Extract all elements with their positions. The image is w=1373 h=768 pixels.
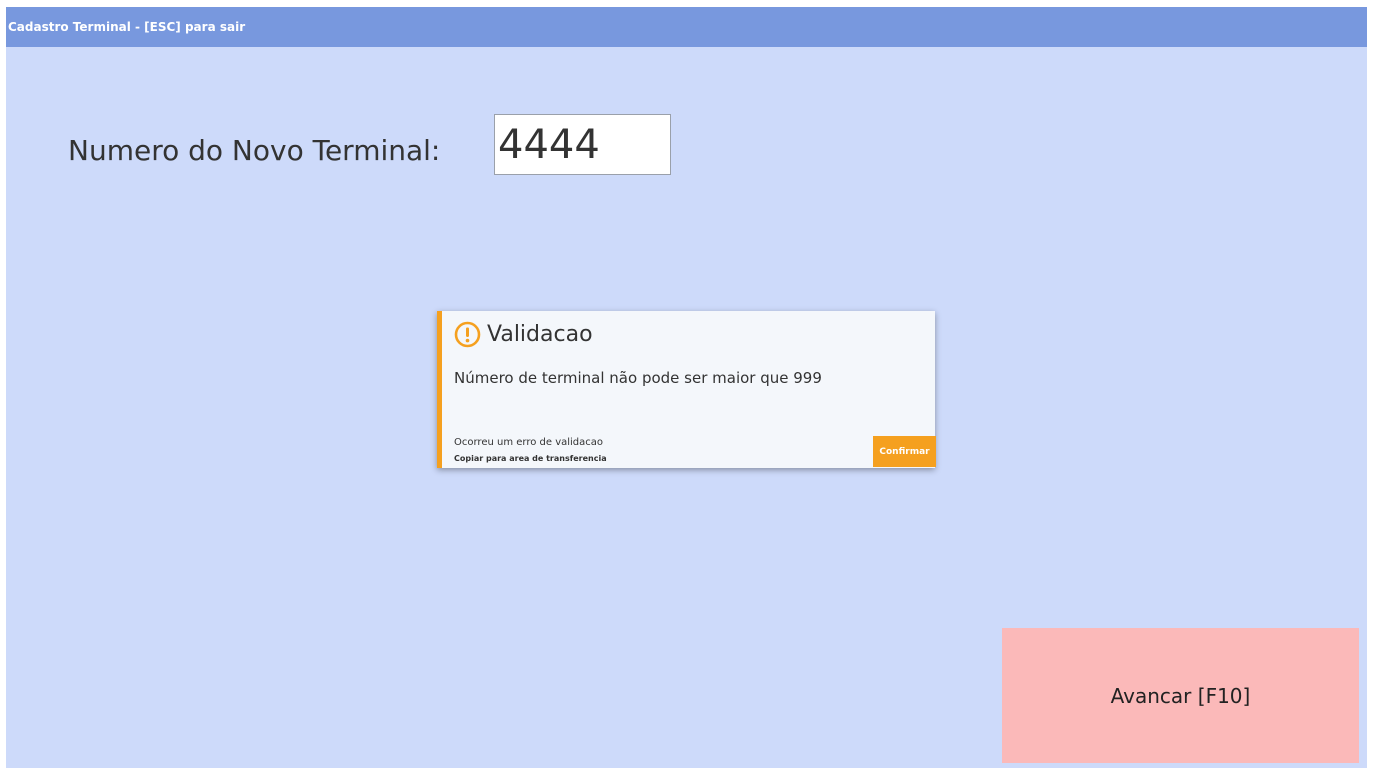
confirm-button[interactable]: Confirmar bbox=[873, 436, 936, 467]
copy-to-clipboard-link[interactable]: Copiar para area de transferencia bbox=[454, 454, 607, 463]
toast-title: Validacao bbox=[487, 322, 593, 347]
terminal-number-label: Numero do Novo Terminal: bbox=[68, 134, 441, 167]
toast-footer-text: Ocorreu um erro de validacao bbox=[454, 437, 604, 448]
window-title: Cadastro Terminal - [ESC] para sair bbox=[8, 20, 246, 34]
window-titlebar: Cadastro Terminal - [ESC] para sair bbox=[6, 7, 1367, 47]
advance-button[interactable]: Avancar [F10] bbox=[1002, 628, 1359, 763]
validation-toast: Validacao Número de terminal não pode se… bbox=[437, 311, 936, 468]
terminal-number-input[interactable] bbox=[494, 114, 671, 175]
warning-circle-icon bbox=[454, 321, 481, 348]
app-window: Cadastro Terminal - [ESC] para sair Nume… bbox=[6, 7, 1367, 768]
toast-message: Número de terminal não pode ser maior qu… bbox=[454, 369, 822, 387]
toast-header: Validacao bbox=[454, 321, 593, 348]
